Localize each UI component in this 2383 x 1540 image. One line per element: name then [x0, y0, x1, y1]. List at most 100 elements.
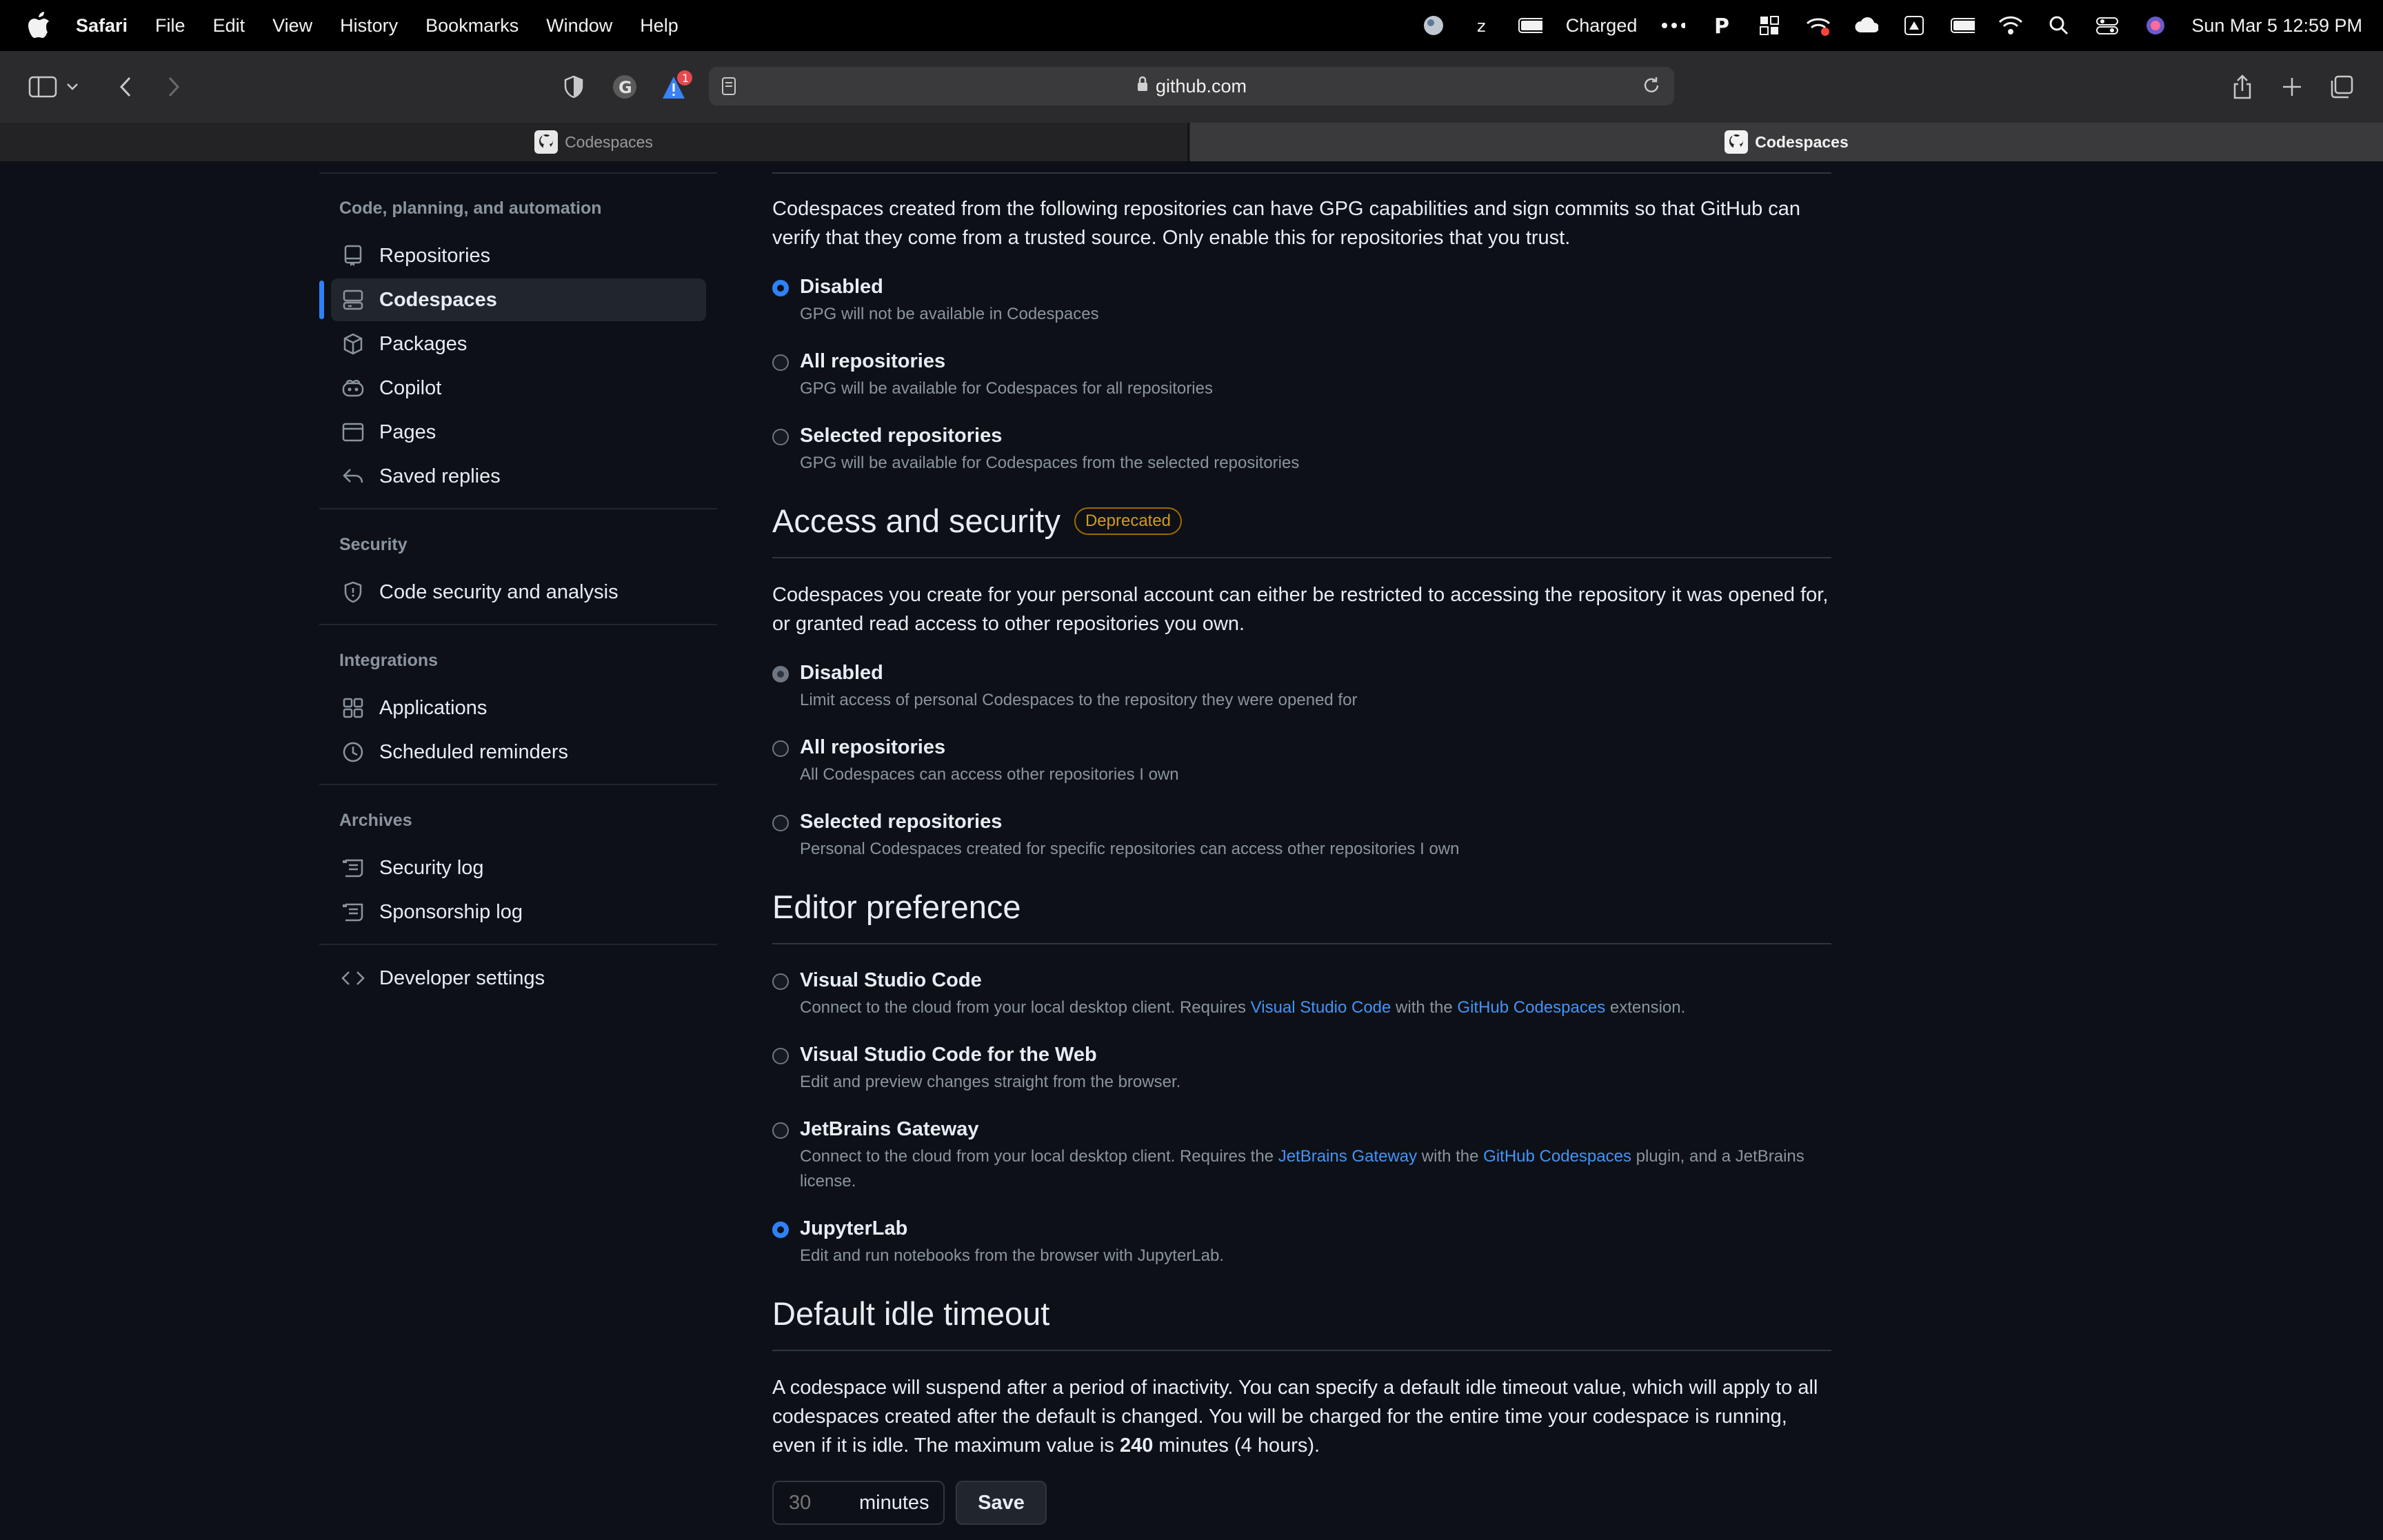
menu-app-safari[interactable]: Safari	[76, 15, 128, 37]
cloud-sync-icon[interactable]	[1853, 13, 1879, 38]
github-codespaces-link[interactable]: GitHub Codespaces	[1483, 1147, 1631, 1166]
browser-icon	[341, 420, 365, 445]
tab-codespaces-active[interactable]: Codespaces	[1190, 123, 2383, 161]
wifi-icon[interactable]	[1998, 13, 2023, 38]
sidebar-item-label: Scheduled reminders	[379, 740, 569, 763]
sidebar-divider	[319, 624, 717, 625]
sidebar-item-label: Codespaces	[379, 288, 497, 311]
sidebar-section-heading: Code, planning, and automation	[339, 199, 602, 218]
sidebar-item-label: Developer settings	[379, 966, 545, 989]
more-dots-icon[interactable]	[1660, 13, 1686, 38]
radio-button[interactable]	[772, 280, 789, 296]
grammarly-icon[interactable]: G	[607, 69, 643, 105]
menu-history[interactable]: History	[340, 15, 398, 37]
sidebar-item-developer-settings[interactable]: Developer settings	[331, 957, 706, 1000]
address-bar[interactable]: github.com	[709, 67, 1674, 105]
menubar-clock[interactable]: Sun Mar 5 12:59 PM	[2191, 15, 2362, 37]
tab-label: Codespaces	[1755, 132, 1849, 151]
sidebar-item-label: Copilot	[379, 376, 442, 399]
save-timeout-button[interactable]: Save	[956, 1481, 1047, 1525]
sidebar-divider	[319, 508, 717, 509]
forward-arrow-icon[interactable]	[156, 69, 192, 105]
sidebar-item-codespaces[interactable]: Codespaces	[331, 278, 706, 321]
sidebar-item-security-log[interactable]: Security log	[331, 847, 706, 889]
timeout-field[interactable]: minutes	[772, 1481, 945, 1525]
page-menu-icon[interactable]	[721, 77, 736, 101]
radio-button[interactable]	[772, 815, 789, 831]
apps-grid-icon	[341, 696, 365, 720]
radio-button[interactable]	[772, 429, 789, 445]
radio-description: Limit access of personal Codespaces to t…	[800, 691, 1358, 709]
timeout-minutes-input[interactable]	[774, 1482, 856, 1523]
menu-bookmarks[interactable]: Bookmarks	[425, 15, 519, 37]
warning-extension-icon[interactable]: 1	[658, 69, 694, 105]
vscode-link[interactable]: Visual Studio Code	[1251, 998, 1391, 1017]
log-icon	[341, 855, 365, 880]
battery-icon[interactable]	[1950, 13, 1975, 38]
drive-icon[interactable]	[1902, 13, 1927, 38]
reply-icon	[341, 464, 365, 489]
radio-button[interactable]	[772, 1122, 789, 1139]
macos-menubar: Safari File Edit View History Bookmarks …	[0, 0, 2383, 51]
radio-label: Disabled	[800, 662, 883, 684]
reload-icon[interactable]	[1641, 75, 1662, 101]
menu-help[interactable]: Help	[640, 15, 678, 37]
menu-window[interactable]: Window	[546, 15, 612, 37]
radio-label: JupyterLab	[800, 1217, 908, 1239]
radio-label: Visual Studio Code	[800, 969, 982, 991]
sidebar-item-label: Security log	[379, 856, 484, 879]
timeout-unit-label: minutes	[859, 1491, 929, 1514]
wifi-badge-icon[interactable]	[1805, 13, 1831, 38]
section-title: Access and security	[772, 503, 1060, 539]
sidebar-section-heading: Security	[339, 535, 408, 554]
sidebar-toggle-icon[interactable]	[25, 69, 61, 105]
tab-overview-icon[interactable]	[2324, 69, 2360, 105]
grid-app-icon[interactable]	[1757, 13, 1782, 38]
sidebar-item-sponsorship-log[interactable]: Sponsorship log	[331, 891, 706, 933]
sidebar-item-pages[interactable]: Pages	[331, 411, 706, 454]
access-security-heading: Access and security Deprecated	[772, 502, 1183, 540]
apple-logo-icon[interactable]	[23, 10, 55, 41]
chevron-down-icon[interactable]	[62, 69, 83, 105]
new-tab-plus-icon[interactable]	[2274, 69, 2310, 105]
p-app-icon[interactable]: P	[1709, 13, 1733, 38]
menu-edit[interactable]: Edit	[213, 15, 245, 37]
sidebar-item-repositories[interactable]: Repositories	[331, 234, 706, 277]
menu-file[interactable]: File	[155, 15, 185, 37]
tab-codespaces-inactive[interactable]: Codespaces	[0, 123, 1189, 161]
globe-status-icon[interactable]	[1421, 13, 1446, 38]
radio-button[interactable]	[772, 354, 789, 371]
sidebar-item-code-security[interactable]: Code security and analysis	[331, 571, 706, 614]
menu-view[interactable]: View	[272, 15, 312, 37]
sidebar-item-label: Applications	[379, 696, 487, 719]
control-center-icon[interactable]	[2095, 13, 2120, 38]
sidebar-item-label: Sponsorship log	[379, 900, 523, 923]
github-codespaces-link[interactable]: GitHub Codespaces	[1457, 998, 1605, 1017]
gpg-description: Codespaces created from the following re…	[772, 198, 1801, 249]
radio-button[interactable]	[772, 1048, 789, 1064]
sidebar-divider	[319, 944, 717, 945]
radio-button[interactable]	[772, 973, 789, 990]
sidebar-item-applications[interactable]: Applications	[331, 687, 706, 729]
spotlight-search-icon[interactable]	[2047, 13, 2071, 38]
sidebar-item-scheduled-reminders[interactable]: Scheduled reminders	[331, 731, 706, 773]
back-arrow-icon[interactable]	[108, 69, 143, 105]
radio-button[interactable]	[772, 666, 789, 682]
sleep-status-icon[interactable]: z	[1469, 13, 1494, 38]
battery-charged-icon[interactable]	[1518, 13, 1542, 38]
radio-label: JetBrains Gateway	[800, 1118, 979, 1140]
extension-badge-count: 1	[682, 72, 689, 85]
sidebar-section-heading: Integrations	[339, 651, 439, 670]
radio-button[interactable]	[772, 740, 789, 757]
sidebar-item-copilot[interactable]: Copilot	[331, 367, 706, 409]
code-brackets-icon	[341, 966, 365, 991]
privacy-shield-icon[interactable]	[556, 69, 592, 105]
share-icon[interactable]	[2224, 69, 2260, 105]
sidebar-item-saved-replies[interactable]: Saved replies	[331, 455, 706, 498]
package-icon	[341, 332, 365, 356]
clock-icon	[341, 740, 365, 764]
radio-button[interactable]	[772, 1222, 789, 1238]
siri-icon[interactable]	[2143, 13, 2168, 38]
sidebar-item-packages[interactable]: Packages	[331, 323, 706, 365]
jetbrains-gateway-link[interactable]: JetBrains Gateway	[1278, 1147, 1417, 1166]
